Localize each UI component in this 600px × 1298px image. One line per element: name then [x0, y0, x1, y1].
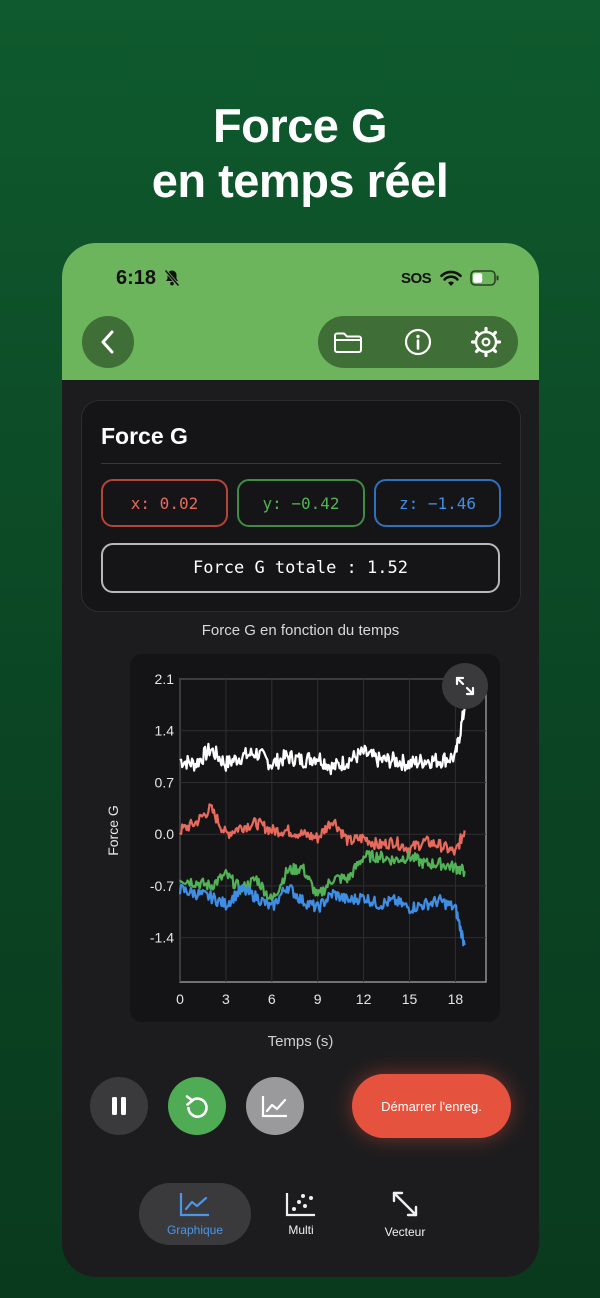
card-title: Force G — [101, 423, 188, 449]
total-force-box: Force G totale : 1.52 — [101, 543, 500, 593]
info-icon — [404, 328, 432, 356]
carrier-sos: SOS — [401, 270, 432, 287]
force-g-card: Force G x: 0.02 y: −0.42 z: −1.46 Force … — [81, 400, 521, 612]
y-tick-label: 0.0 — [155, 826, 175, 842]
pause-icon — [112, 1097, 126, 1115]
tab-graphique[interactable]: Graphique — [139, 1183, 251, 1245]
start-recording-button[interactable]: Démarrer l'enreg. — [352, 1074, 511, 1138]
y-tick-label: -1.4 — [150, 930, 174, 946]
chart-title: Force G en fonction du temps — [201, 622, 400, 639]
y-axis-label: Force G — [105, 805, 121, 856]
y-value-box: y: −0.42 — [237, 479, 365, 527]
chart-mode-button[interactable] — [246, 1077, 304, 1135]
z-value-box: z: −1.46 — [374, 479, 501, 527]
rotate-ccw-icon — [185, 1095, 208, 1118]
tab-label-vecteur: Vecteur — [384, 1225, 426, 1239]
force-chart: 2.1 1.4 0.7 0.0 -0.7 -1.4 0 3 6 9 12 15 18 Force G — [105, 671, 487, 1007]
gear-icon — [470, 326, 502, 358]
headline: Force G en temps réel — [0, 98, 600, 208]
x-tick-label: 9 — [314, 991, 322, 1007]
folder-icon — [334, 332, 362, 353]
headline-line-1: Force G — [212, 99, 388, 152]
line-chart-icon — [179, 1193, 209, 1217]
silent-bell-icon — [164, 269, 180, 287]
diagonal-arrows-icon — [392, 1191, 418, 1217]
tab-vecteur[interactable]: Vecteur — [349, 1183, 461, 1245]
scatter-icon — [285, 1193, 315, 1217]
y-tick-label: 1.4 — [155, 723, 175, 739]
x-value-box: x: 0.02 — [101, 479, 228, 527]
chart-panel: 2.1 1.4 0.7 0.0 -0.7 -1.4 0 3 6 9 12 15 18 Force G — [105, 654, 500, 1022]
tab-label-multi: Multi — [288, 1223, 314, 1237]
files-button[interactable] — [332, 326, 364, 358]
x-tick-label: 3 — [222, 991, 230, 1007]
tab-multi[interactable]: Multi — [245, 1183, 357, 1245]
y-tick-label: -0.7 — [150, 878, 174, 894]
chart-x-label: Temps (s) — [267, 1033, 334, 1050]
back-button[interactable] — [82, 316, 134, 368]
pause-button[interactable] — [90, 1077, 148, 1135]
x-tick-label: 12 — [356, 991, 372, 1007]
info-button[interactable] — [402, 326, 434, 358]
toolbar-group — [318, 316, 518, 368]
phone-screen: 6:18 SOS Force G x: 0.02 y: −0.42 z: −1.… — [62, 243, 539, 1277]
y-tick-label: 0.7 — [155, 774, 175, 790]
wifi-icon — [440, 270, 462, 286]
tab-label-graphique: Graphique — [166, 1223, 224, 1237]
y-tick-label: 2.1 — [155, 671, 175, 687]
settings-button[interactable] — [470, 326, 502, 358]
x-tick-label: 0 — [176, 991, 184, 1007]
battery-icon — [470, 270, 499, 286]
status-time: 6:18 — [116, 267, 157, 289]
line-chart-icon — [261, 1096, 287, 1118]
reset-button[interactable] — [168, 1077, 226, 1135]
card-divider — [101, 463, 501, 464]
x-tick-label: 6 — [268, 991, 276, 1007]
headline-line-2: en temps réel — [151, 154, 449, 207]
expand-chart-button[interactable] — [442, 663, 488, 709]
chevron-left-icon — [101, 330, 114, 354]
app-top-bar: 6:18 SOS — [62, 243, 539, 380]
x-tick-label: 18 — [448, 991, 464, 1007]
x-tick-label: 15 — [402, 991, 418, 1007]
tab-bar: Graphique Multi Vecteur — [62, 1173, 539, 1273]
expand-icon — [455, 676, 475, 696]
